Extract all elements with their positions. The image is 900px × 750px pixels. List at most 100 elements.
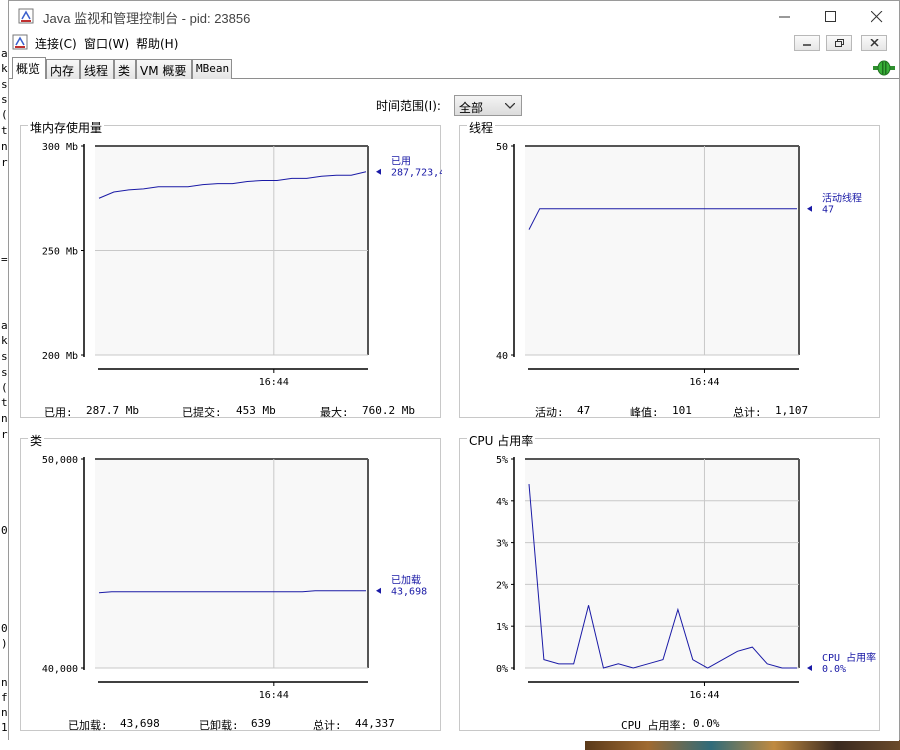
terminal-glyph: 0 xyxy=(1,524,8,537)
close-icon xyxy=(870,39,879,47)
terminal-glyph: a xyxy=(1,319,8,332)
threads-live-value: 47 xyxy=(577,404,591,417)
classes-loaded-label: 已加载: xyxy=(68,719,108,732)
jconsole-window: Java 监视和管理控制台 - pid: 23856 连接(C) 窗口(W) 帮… xyxy=(8,0,900,741)
heap-max-value: 760.2 Mb xyxy=(362,404,415,417)
minimize-icon xyxy=(779,16,790,18)
terminal-glyph: 1 xyxy=(1,721,8,734)
terminal-glyph: n xyxy=(1,140,8,153)
time-range-value: 全部 xyxy=(459,101,484,115)
terminal-glyph: r xyxy=(1,428,8,441)
threads-total-label: 总计: xyxy=(733,406,762,419)
classes-total-value: 44,337 xyxy=(355,717,395,730)
terminal-glyph: t xyxy=(1,396,8,409)
series-end-name: CPU 占用率 xyxy=(822,651,876,664)
threads-peak-value: 101 xyxy=(672,404,692,417)
maximize-button[interactable] xyxy=(807,1,853,31)
series-end-value: 43,698 xyxy=(391,587,427,598)
series-end-marker xyxy=(376,587,381,594)
plot-area xyxy=(525,459,799,668)
terminal-glyph: t xyxy=(1,124,8,137)
series-end-name: 已用 xyxy=(391,157,411,168)
y-tick-label: 5% xyxy=(496,455,508,466)
heap-committed-label: 已提交: xyxy=(182,406,222,419)
y-tick-label: 250 Mb xyxy=(42,247,78,258)
classes-panel: 类 50,000 40,000 16:44 已加载 43,698 已加载: 43,698… xyxy=(20,432,442,732)
series-end-value: 0.0% xyxy=(822,664,846,675)
tab-mbean[interactable]: MBean xyxy=(192,59,232,79)
chevron-down-icon xyxy=(505,103,515,109)
window-title: Java 监视和管理控制台 - pid: 23856 xyxy=(43,11,251,26)
plot-area xyxy=(95,459,368,668)
tab-bar: 概览 内存 线程 类 VM 概要 MBean xyxy=(9,57,899,79)
series-end-name: 活动线程 xyxy=(822,192,862,205)
cpu-usage-value: 0.0% xyxy=(693,717,720,730)
mdi-restore-button[interactable] xyxy=(826,35,852,51)
document-icon xyxy=(12,34,28,50)
heap-used-value: 287.7 Mb xyxy=(86,404,139,417)
time-range-select[interactable]: 全部 xyxy=(454,95,522,116)
series-end-value: 47 xyxy=(822,205,834,216)
tab-memory[interactable]: 内存 xyxy=(46,59,80,79)
mdi-minimize-button[interactable] xyxy=(794,35,820,51)
maximize-icon xyxy=(825,11,836,22)
threads-chart[interactable]: 50 40 16:44 活动线程47 xyxy=(460,126,881,396)
cpu-usage-panel: CPU 占用率 5% 4% 3% 2% 1% 0% 16:44 CPU 占用率 0.0% CPU… xyxy=(459,432,881,732)
heap-max-label: 最大: xyxy=(320,406,349,419)
terminal-glyph: s xyxy=(1,93,8,106)
heap-committed-value: 453 Mb xyxy=(236,404,276,417)
menu-help[interactable]: 帮助(H) xyxy=(136,35,178,52)
y-tick-label: 1% xyxy=(496,622,508,633)
series-end-marker xyxy=(376,168,381,175)
close-icon xyxy=(871,11,883,23)
terminal-glyph: n xyxy=(1,412,8,425)
terminal-glyph: ( xyxy=(1,108,8,121)
y-tick-label: 0% xyxy=(496,664,508,675)
terminal-glyph: k xyxy=(1,334,8,347)
x-tick-label: 16:44 xyxy=(689,690,719,701)
threads-peak-label: 峰值: xyxy=(630,406,659,419)
classes-unloaded-value: 639 xyxy=(251,717,271,730)
series-end-value: 287,723,432 xyxy=(391,168,442,179)
y-tick-label: 40,000 xyxy=(42,664,78,675)
close-button[interactable] xyxy=(853,1,899,31)
terminal-glyph: s xyxy=(1,366,8,379)
threads-total-value: 1,107 xyxy=(775,404,809,417)
threads-live-label: 活动: xyxy=(535,406,564,419)
title-bar[interactable]: Java 监视和管理控制台 - pid: 23856 xyxy=(9,1,899,31)
terminal-glyph: s xyxy=(1,350,8,363)
menu-connect[interactable]: 连接(C) xyxy=(35,35,77,52)
tab-overview[interactable]: 概览 xyxy=(12,57,46,79)
heap-memory-chart[interactable]: 300 Mb 250 Mb 200 Mb 16:44 已用287,723,432 xyxy=(21,126,442,396)
series-end-marker xyxy=(807,205,812,212)
cpu-usage-chart[interactable]: 5% 4% 3% 2% 1% 0% 16:44 CPU 占用率0.0% xyxy=(460,439,881,709)
terminal-glyph: 0 xyxy=(1,622,8,635)
terminal-glyph: n xyxy=(1,676,8,689)
y-tick-label: 50,000 xyxy=(42,455,78,466)
tab-threads[interactable]: 线程 xyxy=(80,59,114,79)
x-tick-label: 16:44 xyxy=(259,377,289,388)
x-tick-label: 16:44 xyxy=(689,377,719,388)
classes-loaded-value: 43,698 xyxy=(120,717,160,730)
tab-classes[interactable]: 类 xyxy=(114,59,136,79)
heap-memory-panel: 堆内存使用量 300 Mb 250 Mb 200 Mb 16:44 已用 287,723,… xyxy=(20,119,442,419)
series-end-name: 已加载 xyxy=(391,575,421,587)
minimize-button[interactable] xyxy=(761,1,807,31)
heap-used-label: 已用: xyxy=(44,406,73,419)
restore-icon xyxy=(835,39,844,47)
tab-vm-summary[interactable]: VM 概要 xyxy=(136,59,192,79)
y-tick-label: 40 xyxy=(496,351,508,362)
threads-panel: 线程 50 40 16:44 活动线程 47 活动: 47 峰值: 101 总计: 1,… xyxy=(459,119,881,419)
terminal-glyph: a xyxy=(1,47,8,60)
time-range-label: 时间范围(I): xyxy=(376,99,441,113)
classes-unloaded-label: 已卸载: xyxy=(199,719,239,732)
terminal-glyph: n xyxy=(1,706,8,719)
mdi-close-button[interactable] xyxy=(861,35,887,51)
cpu-usage-label: CPU 占用率: xyxy=(621,719,688,732)
classes-total-label: 总计: xyxy=(313,719,342,732)
terminal-glyph: ) xyxy=(1,637,8,650)
menu-window[interactable]: 窗口(W) xyxy=(84,35,129,52)
classes-chart[interactable]: 50,000 40,000 16:44 已加载43,698 xyxy=(21,439,442,709)
terminal-glyph: s xyxy=(1,78,8,91)
plot-area xyxy=(525,146,799,355)
